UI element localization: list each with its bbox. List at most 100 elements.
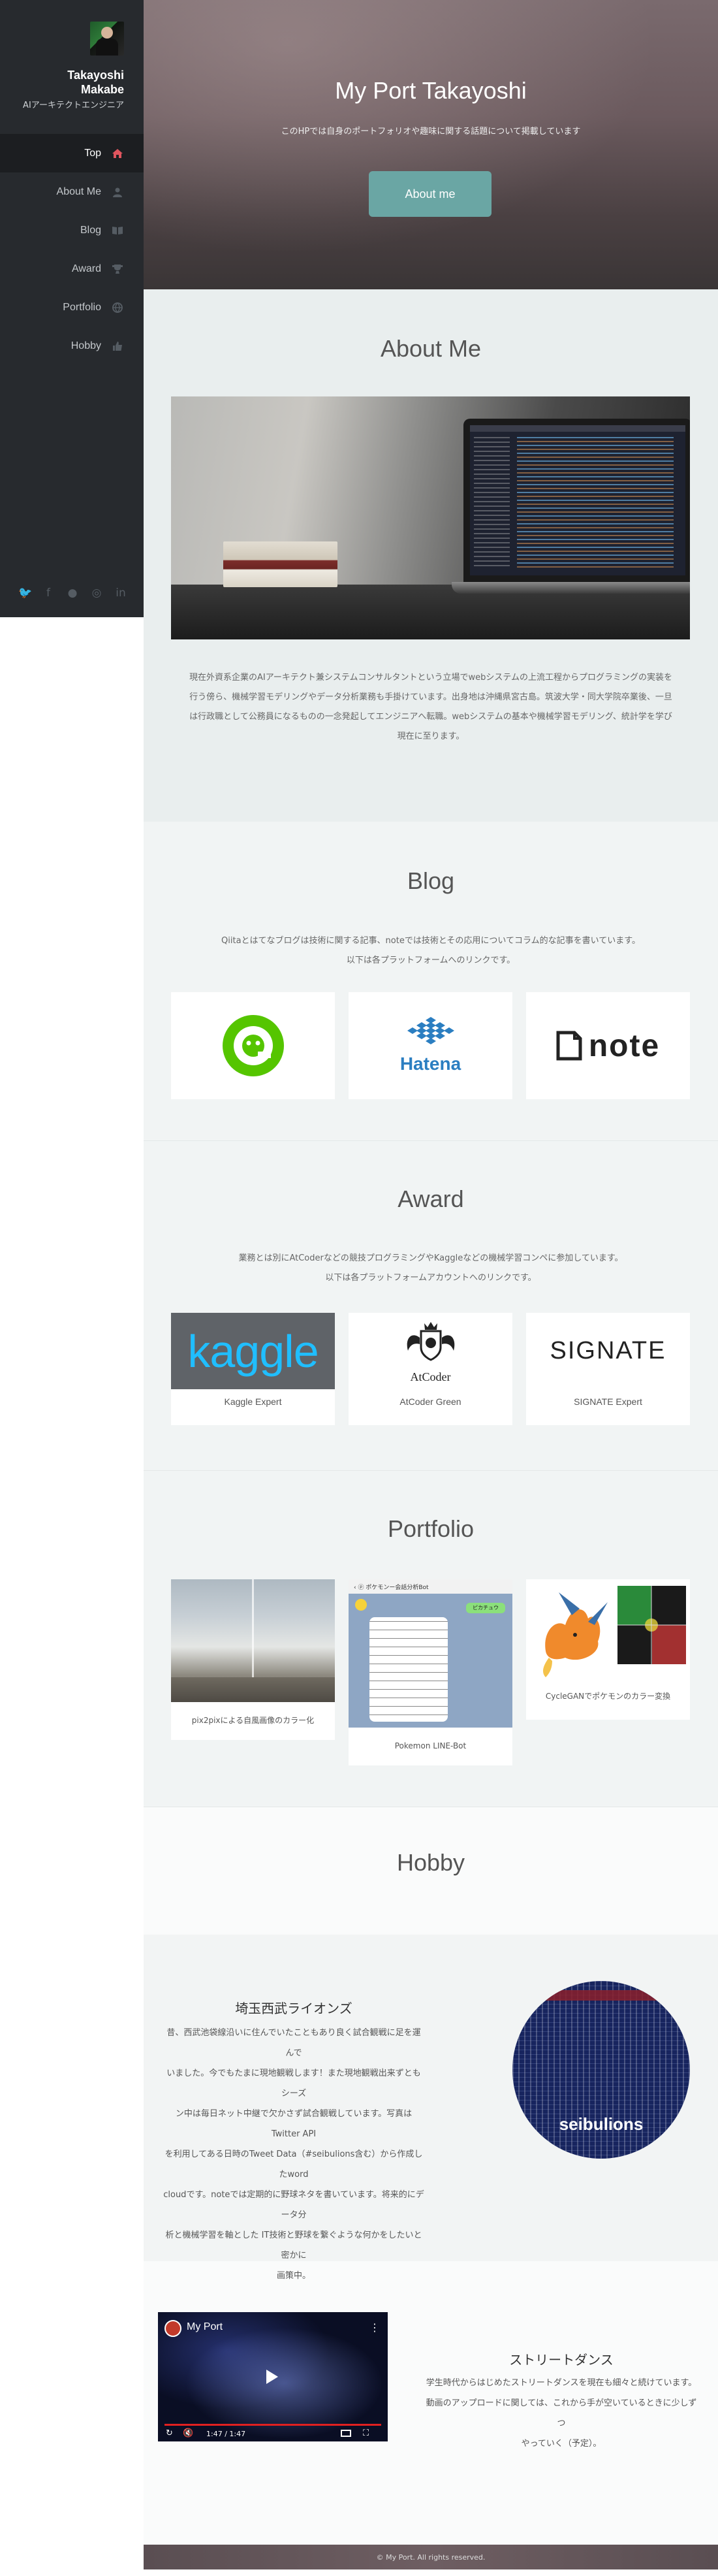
instagram-icon[interactable]: ◎ (91, 587, 102, 600)
lions-text-line: 画策中。 (276, 2271, 311, 2281)
footer: © My Port. All rights reserved. (144, 2545, 718, 2569)
atcoder-logo-text: AtCoder (410, 1370, 451, 1383)
channel-avatar[interactable] (164, 2320, 181, 2337)
award-desc-line: 以下は各プラットフォームアカウントへのリンクです。 (325, 1273, 537, 1283)
note-label: note (588, 1028, 661, 1063)
atcoder-card[interactable]: AtCoder AtCoder Green (349, 1313, 512, 1425)
globe-icon (111, 301, 124, 314)
nav-item-blog[interactable]: Blog (0, 211, 144, 250)
nav-item-portfolio[interactable]: Portfolio (0, 288, 144, 327)
nav-item-label: Portfolio (63, 301, 101, 313)
chat-header: ‹ ⓟ ポケモンー会話分析Bot (349, 1579, 512, 1594)
lions-text-line: いました。今でもたまに現地観戦します！また現地観戦出来ずともシーズ (166, 2069, 421, 2099)
portfolio-card-line-bot[interactable]: ‹ ⓟ ポケモンー会話分析Bot ピカチュウ Pokemon LINE-Bot (349, 1579, 512, 1765)
kaggle-logo: kaggle (171, 1313, 335, 1389)
atcoder-logo: AtCoder (349, 1313, 512, 1389)
qiita-logo (222, 1015, 284, 1076)
profile-role: AIアーキテクトエンジニア (23, 101, 124, 110)
video-player[interactable]: My Port ⋮ ↻ 🔇 1:47 / 1:47 ⛶ (158, 2312, 388, 2441)
mute-icon[interactable]: 🔇 (183, 2428, 193, 2438)
award-desc-line: 業務とは別にAtCoderなどの競技プログラミングやKaggleなどの機械学習コ… (238, 1253, 623, 1263)
progress-bar[interactable] (164, 2424, 381, 2426)
linkedin-icon[interactable]: in (115, 587, 127, 600)
portfolio-image-cyclegan (526, 1579, 690, 1684)
about-text: 現在外資系企業のAIアーキテクト兼システムコンサルタントという立場でwebシステ… (176, 668, 685, 747)
book-icon (111, 224, 124, 237)
twitter-icon[interactable]: 🐦 (18, 587, 32, 600)
dance-text-line: 学生時代からはじめたストリートダンスを現在も細々と続けています。 (426, 2378, 697, 2388)
atcoder-caption: AtCoder Green (399, 1396, 461, 1407)
about-text-line: 現在に至ります。 (397, 732, 465, 741)
fullscreen-icon[interactable]: ⛶ (363, 2428, 369, 2438)
blog-title: Blog (407, 867, 455, 894)
more-options-icon[interactable]: ⋮ (369, 2321, 380, 2334)
hero-section: My Port Takayoshi このHPでは自身のポートフォリオや趣味に関す… (144, 0, 718, 289)
note-card[interactable]: note (526, 992, 690, 1099)
about-text-line: 行う傍ら、機械学習モデリングやデータ分析業務も手掛けています。出身地は沖縄県宮古… (189, 692, 672, 702)
hero-title-prefix: My Port (335, 77, 416, 104)
atcoder-emblem (407, 1322, 454, 1361)
social-links: 🐦 f ● ◎ in (18, 587, 127, 600)
about-me-button[interactable]: About me (369, 171, 492, 217)
lions-text-line: 昔、西武池袋線沿いに住んでいたこともあり良く試合観戦に足を運んで (166, 2028, 421, 2058)
hatena-card[interactable]: Hatena (349, 992, 512, 1099)
lions-text-line: ン中は毎日ネット中継で欠かさず試合観戦しています。写真はTwitter API (175, 2109, 413, 2139)
about-title: About Me (380, 335, 482, 362)
about-photo (171, 396, 690, 639)
hero-title-name: Takayoshi (422, 77, 527, 104)
lions-text: 昔、西武池袋線沿いに住んでいたこともあり良く試合観戦に足を運んで いました。今で… (163, 2023, 424, 2286)
portfolio-card-pix2pix[interactable]: pix2pixによる自風画像のカラー化 (171, 1579, 335, 1740)
kaggle-card[interactable]: kaggle Kaggle Expert (171, 1313, 335, 1425)
note-logo-mark (556, 1031, 582, 1061)
theater-mode-icon[interactable] (341, 2430, 351, 2437)
about-section: About Me 現在外資系企業のAIアーキテクト兼システムコンサルタントという… (144, 289, 718, 822)
kaggle-caption: Kaggle Expert (224, 1396, 282, 1407)
lions-text-line: 析と機械学習を軸とした IT技術と野球を繋ぐような何かをしたいと密かに (165, 2230, 422, 2261)
award-title: Award (398, 1185, 464, 1212)
dance-text: 学生時代からはじめたストリートダンスを現在も細々と続けています。 動画のアップロ… (424, 2373, 698, 2454)
hobby-section: Hobby 埼玉西武ライオンズ 昔、西武池袋線沿いに住んでいたこともあり良く試合… (144, 1807, 718, 2545)
wordcloud-image: seibulions (512, 1981, 690, 2159)
signate-card[interactable]: SIGNATE SIGNATE Expert (526, 1313, 690, 1425)
nav-menu: Top About Me Blog Award Portfolio Hobby (0, 134, 144, 365)
hatena-label: Hatena (399, 1054, 461, 1074)
user-icon (111, 185, 124, 199)
dance-text-line: やっていく（予定）。 (521, 2439, 602, 2449)
nav-item-hobby[interactable]: Hobby (0, 327, 144, 365)
nav-item-label: About Me (56, 185, 101, 197)
chat-header-title: ポケモンー会話分析Bot (366, 1585, 429, 1591)
blog-section: Blog Qiitaとはてなブログは技術に関する記事、noteでは技術とその応用… (144, 822, 718, 1140)
portfolio-section: Portfolio pix2pixによる自風画像のカラー化 ‹ ⓟ ポケモンー会… (144, 1470, 718, 1807)
portfolio-caption: pix2pixによる自風画像のカラー化 (191, 1716, 315, 1725)
portfolio-caption: CycleGANでポケモンのカラー変換 (545, 1692, 671, 1701)
nav-item-award[interactable]: Award (0, 250, 144, 288)
nav-item-about-me[interactable]: About Me (0, 172, 144, 211)
signate-logo: SIGNATE (526, 1313, 690, 1389)
portfolio-caption: Pokemon LINE-Bot (394, 1741, 467, 1750)
signate-logo-text: SIGNATE (550, 1337, 666, 1364)
lions-text-line: を利用してある日時のTweet Data（#seibulions含む）から作成し… (164, 2149, 423, 2180)
replay-icon[interactable]: ↻ (166, 2428, 173, 2438)
wordcloud-word: seibulions (559, 2114, 644, 2134)
qiita-card[interactable] (171, 992, 335, 1099)
blog-desc-line: Qiitaとはてなブログは技術に関する記事、noteでは技術とその応用についてコ… (221, 936, 640, 946)
github-icon[interactable]: ● (67, 587, 78, 600)
kaggle-logo-text: kaggle (187, 1325, 319, 1377)
blog-desc-line: 以下は各プラットフォームへのリンクです。 (346, 956, 516, 965)
award-section: Award 業務とは別にAtCoderなどの競技プログラミングやKaggleなど… (144, 1140, 718, 1470)
video-time: 1:47 / 1:47 (206, 2430, 246, 2438)
nav-item-label: Blog (80, 224, 101, 236)
dance-text-line: 動画のアップロードに関しては、これから手が空いているときに少しずつ (426, 2398, 697, 2428)
avatar[interactable] (90, 22, 124, 56)
nav-item-label: Award (71, 263, 101, 274)
hatena-logo-mark (407, 1017, 454, 1044)
hero-subtitle: このHPでは自身のポートフォリオや趣味に関する話題について掲載しています (281, 127, 581, 137)
nav-item-top[interactable]: Top (0, 134, 144, 172)
trophy-icon (111, 263, 124, 276)
about-text-line: 現在外資系企業のAIアーキテクト兼システムコンサルタントという立場でwebシステ… (189, 673, 673, 683)
portfolio-card-cyclegan[interactable]: CycleGANでポケモンのカラー変換 (526, 1579, 690, 1720)
play-icon[interactable] (266, 2370, 278, 2384)
sidebar: Takayoshi Makabe AIアーキテクトエンジニア Top About… (0, 0, 144, 617)
facebook-icon[interactable]: f (42, 587, 54, 600)
video-title[interactable]: My Port (187, 2321, 223, 2333)
